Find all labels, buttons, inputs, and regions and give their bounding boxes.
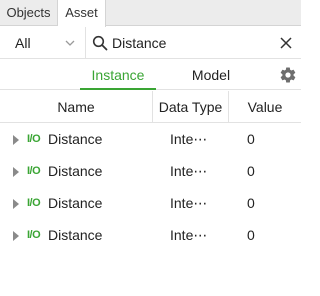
cell-value[interactable]: 0: [247, 131, 255, 147]
tab-instance[interactable]: Instance: [80, 60, 156, 90]
tab-model[interactable]: Model: [180, 60, 242, 90]
scope-dropdown[interactable]: All: [0, 27, 86, 59]
io-icon: I/O: [27, 229, 41, 241]
cell-name: Distance: [48, 131, 103, 147]
caret-right-icon[interactable]: [12, 199, 20, 209]
io-icon: I/O: [27, 133, 41, 145]
cell-data-type: Inte⋯: [170, 195, 208, 211]
table-row[interactable]: I/O Distance Inte⋯ 0: [0, 220, 301, 252]
cell-data-type: Inte⋯: [170, 163, 208, 179]
caret-right-icon[interactable]: [12, 167, 20, 177]
grid-header: Name Data Type Value: [0, 91, 301, 123]
scope-value: All: [15, 35, 31, 51]
search-input[interactable]: [112, 33, 272, 53]
cell-data-type: Inte⋯: [170, 131, 208, 147]
view-tabs: Instance Model: [0, 60, 301, 90]
chevron-down-icon: [65, 40, 75, 46]
tab-objects[interactable]: Objects: [0, 0, 58, 26]
caret-right-icon[interactable]: [12, 135, 20, 145]
cell-name: Distance: [48, 195, 103, 211]
io-icon: I/O: [27, 165, 41, 177]
table-row[interactable]: I/O Distance Inte⋯ 0: [0, 124, 301, 156]
table-row[interactable]: I/O Distance Inte⋯ 0: [0, 156, 301, 188]
search-icon: [92, 35, 108, 51]
io-icon: I/O: [27, 197, 41, 209]
table-row[interactable]: I/O Distance Inte⋯ 0: [0, 188, 301, 220]
panel-tabbar: Objects Asset: [0, 0, 301, 27]
cell-name: Distance: [48, 163, 103, 179]
tab-asset[interactable]: Asset: [58, 0, 106, 27]
column-header-data-type[interactable]: Data Type: [153, 91, 229, 123]
cell-value[interactable]: 0: [247, 163, 255, 179]
column-header-value[interactable]: Value: [229, 91, 301, 123]
filter-bar: All: [0, 27, 301, 59]
column-header-name[interactable]: Name: [0, 91, 153, 123]
cell-value[interactable]: 0: [247, 195, 255, 211]
cell-name: Distance: [48, 227, 103, 243]
caret-right-icon[interactable]: [12, 231, 20, 241]
cell-value[interactable]: 0: [247, 227, 255, 243]
close-icon[interactable]: [279, 36, 293, 50]
cell-data-type: Inte⋯: [170, 227, 208, 243]
gear-icon[interactable]: [279, 66, 297, 84]
